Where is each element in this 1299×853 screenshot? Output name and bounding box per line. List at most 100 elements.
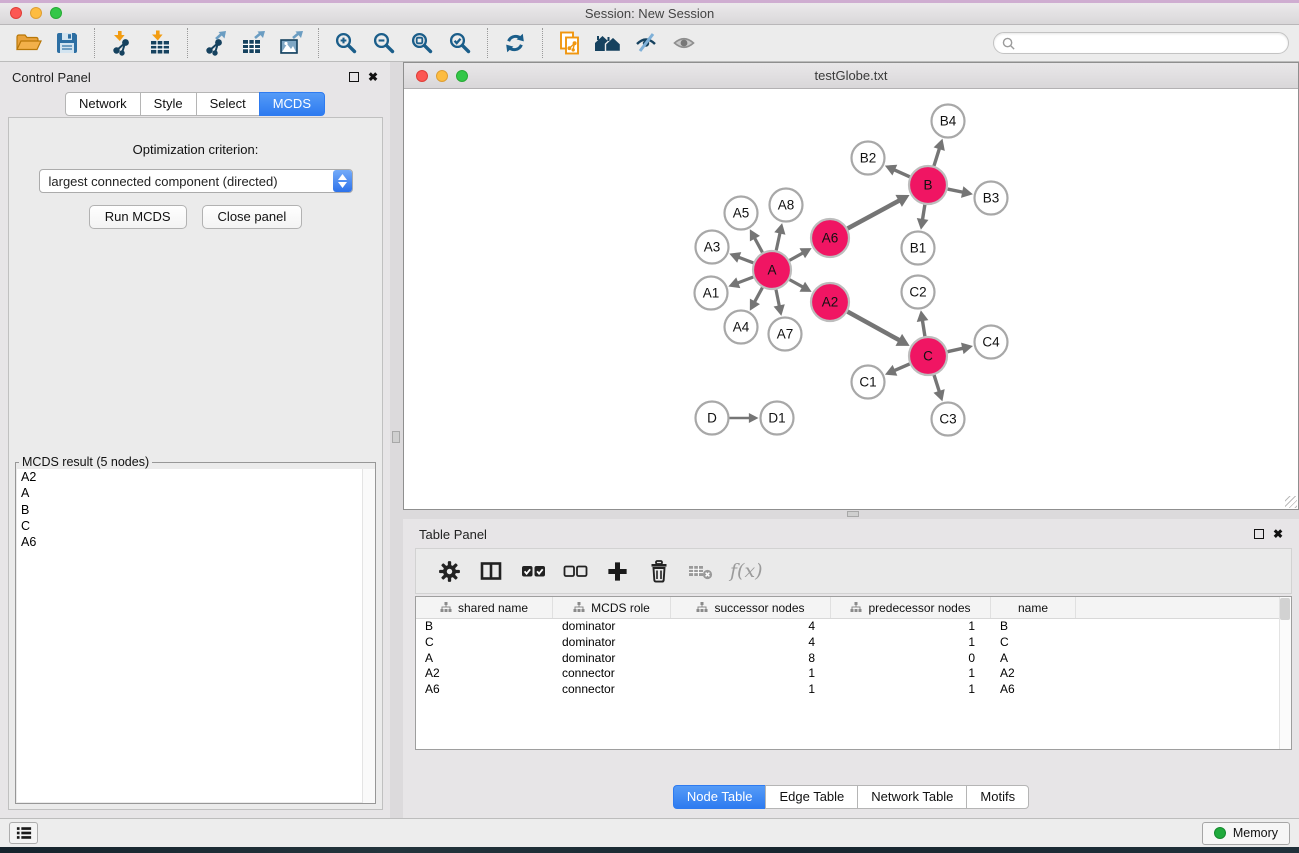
table-cell[interactable]: A [416, 651, 553, 667]
table-cell[interactable]: 1 [831, 666, 991, 682]
window-titlebar[interactable]: Session: New Session [0, 3, 1299, 25]
zoom-window-icon[interactable] [50, 7, 62, 19]
table-cell[interactable]: A6 [991, 682, 1076, 698]
table-cell[interactable]: 4 [671, 619, 831, 635]
column-header-name[interactable]: name [991, 597, 1076, 618]
table-cell[interactable]: B [416, 619, 553, 635]
graph-edge-A-A6[interactable] [790, 253, 804, 261]
column-header-mcds-role[interactable]: MCDS role [553, 597, 671, 618]
graph-edge-A-A7[interactable] [776, 290, 779, 307]
table-cell[interactable]: A [991, 651, 1076, 667]
network-window-titlebar[interactable]: testGlobe.txt [404, 63, 1298, 89]
splitter-grip[interactable] [392, 431, 400, 443]
table-cell[interactable]: dominator [553, 651, 671, 667]
graph-node-A2[interactable]: A2 [811, 283, 849, 321]
graph-edge-A6-B[interactable] [848, 200, 900, 228]
table-row[interactable]: Cdominator41C [416, 635, 1291, 651]
vertical-splitter[interactable] [390, 62, 403, 818]
result-item-a[interactable]: A [17, 485, 374, 501]
deselect-all-rows-button[interactable] [558, 554, 592, 588]
zoom-selected-button[interactable] [444, 27, 476, 59]
mcds-result-list[interactable]: A2ABCA6 [17, 469, 374, 802]
graph-edge-B-B4[interactable] [934, 148, 940, 166]
result-list-scrollbar[interactable] [362, 469, 375, 803]
close-panel-icon[interactable]: ✖ [1273, 528, 1283, 540]
graph-node-C1[interactable]: C1 [852, 366, 885, 399]
graph-node-A8[interactable]: A8 [770, 189, 803, 222]
table-settings-button[interactable] [432, 554, 466, 588]
home-button[interactable] [592, 27, 624, 59]
search-input[interactable] [1016, 36, 1281, 50]
table-cell[interactable]: 8 [671, 651, 831, 667]
result-item-b[interactable]: B [17, 502, 374, 518]
export-network-button[interactable] [199, 27, 231, 59]
select-all-rows-button[interactable] [516, 554, 550, 588]
graph-node-D[interactable]: D [696, 402, 729, 435]
export-image-button[interactable] [275, 27, 307, 59]
resize-corner[interactable] [1285, 496, 1297, 508]
tab-network-table[interactable]: Network Table [857, 785, 967, 809]
import-table-button[interactable] [144, 27, 176, 59]
graph-node-A3[interactable]: A3 [696, 231, 729, 264]
show-columns-button[interactable] [474, 554, 508, 588]
graph-node-C2[interactable]: C2 [902, 276, 935, 309]
graph-edge-A2-C[interactable] [848, 312, 900, 341]
graph-edge-A-A3[interactable] [738, 257, 753, 263]
close-panel-button[interactable]: Close panel [202, 205, 303, 229]
run-mcds-button[interactable]: Run MCDS [89, 205, 187, 229]
delete-table-button[interactable] [684, 554, 718, 588]
table-cell[interactable]: 4 [671, 635, 831, 651]
graph-node-A6[interactable]: A6 [811, 219, 849, 257]
graph-edge-B-B3[interactable] [948, 189, 964, 192]
graph-edge-C-C2[interactable] [922, 320, 925, 336]
tab-mcds[interactable]: MCDS [259, 92, 325, 116]
graph-edge-C-C3[interactable] [934, 375, 939, 392]
column-header-predecessor-nodes[interactable]: predecessor nodes [831, 597, 991, 618]
splitter-grip[interactable] [847, 511, 859, 517]
create-column-button[interactable] [600, 554, 634, 588]
open-session-button[interactable] [13, 27, 45, 59]
graph-edge-A-A2[interactable] [790, 280, 804, 288]
zoom-in-button[interactable] [330, 27, 362, 59]
graph-edge-B-B1[interactable] [922, 205, 924, 220]
graph-edge-C-C1[interactable] [894, 364, 910, 371]
table-cell[interactable]: C [416, 635, 553, 651]
table-row[interactable]: Bdominator41B [416, 619, 1291, 635]
tab-motifs[interactable]: Motifs [966, 785, 1029, 809]
table-cell[interactable]: dominator [553, 635, 671, 651]
graph-edge-A-A8[interactable] [776, 233, 780, 251]
table-cell[interactable]: 1 [671, 666, 831, 682]
table-cell[interactable]: C [991, 635, 1076, 651]
table-cell[interactable]: A2 [416, 666, 553, 682]
close-panel-icon[interactable]: ✖ [368, 71, 378, 83]
graph-node-B3[interactable]: B3 [975, 182, 1008, 215]
table-cell[interactable]: 0 [831, 651, 991, 667]
table-cell[interactable]: connector [553, 682, 671, 698]
save-session-button[interactable] [51, 27, 83, 59]
tab-select[interactable]: Select [196, 92, 260, 116]
show-eye-button[interactable] [668, 27, 700, 59]
toolbar-search[interactable] [993, 32, 1289, 54]
result-item-c[interactable]: C [17, 518, 374, 534]
memory-button[interactable]: Memory [1202, 822, 1290, 845]
graph-node-A4[interactable]: A4 [725, 311, 758, 344]
table-cell[interactable]: 1 [831, 619, 991, 635]
float-panel-icon[interactable] [349, 72, 359, 82]
graph-node-B4[interactable]: B4 [932, 105, 965, 138]
graph-edge-C-C4[interactable] [948, 348, 964, 351]
minimize-window-icon[interactable] [30, 7, 42, 19]
delete-column-button[interactable] [642, 554, 676, 588]
tab-edge-table[interactable]: Edge Table [765, 785, 858, 809]
graph-node-A5[interactable]: A5 [725, 197, 758, 230]
graph-edge-A-A1[interactable] [737, 277, 753, 283]
optimization-dropdown[interactable]: largest connected component (directed) [39, 169, 353, 193]
graph-node-C3[interactable]: C3 [932, 403, 965, 436]
table-cell[interactable]: 1 [831, 682, 991, 698]
table-scrollbar[interactable] [1279, 597, 1291, 749]
table-row[interactable]: A6connector11A6 [416, 682, 1291, 698]
tab-style[interactable]: Style [140, 92, 197, 116]
graph-node-D1[interactable]: D1 [761, 402, 794, 435]
zoom-out-button[interactable] [368, 27, 400, 59]
graph-edge-A-A4[interactable] [754, 288, 762, 303]
tab-node-table[interactable]: Node Table [673, 785, 767, 809]
